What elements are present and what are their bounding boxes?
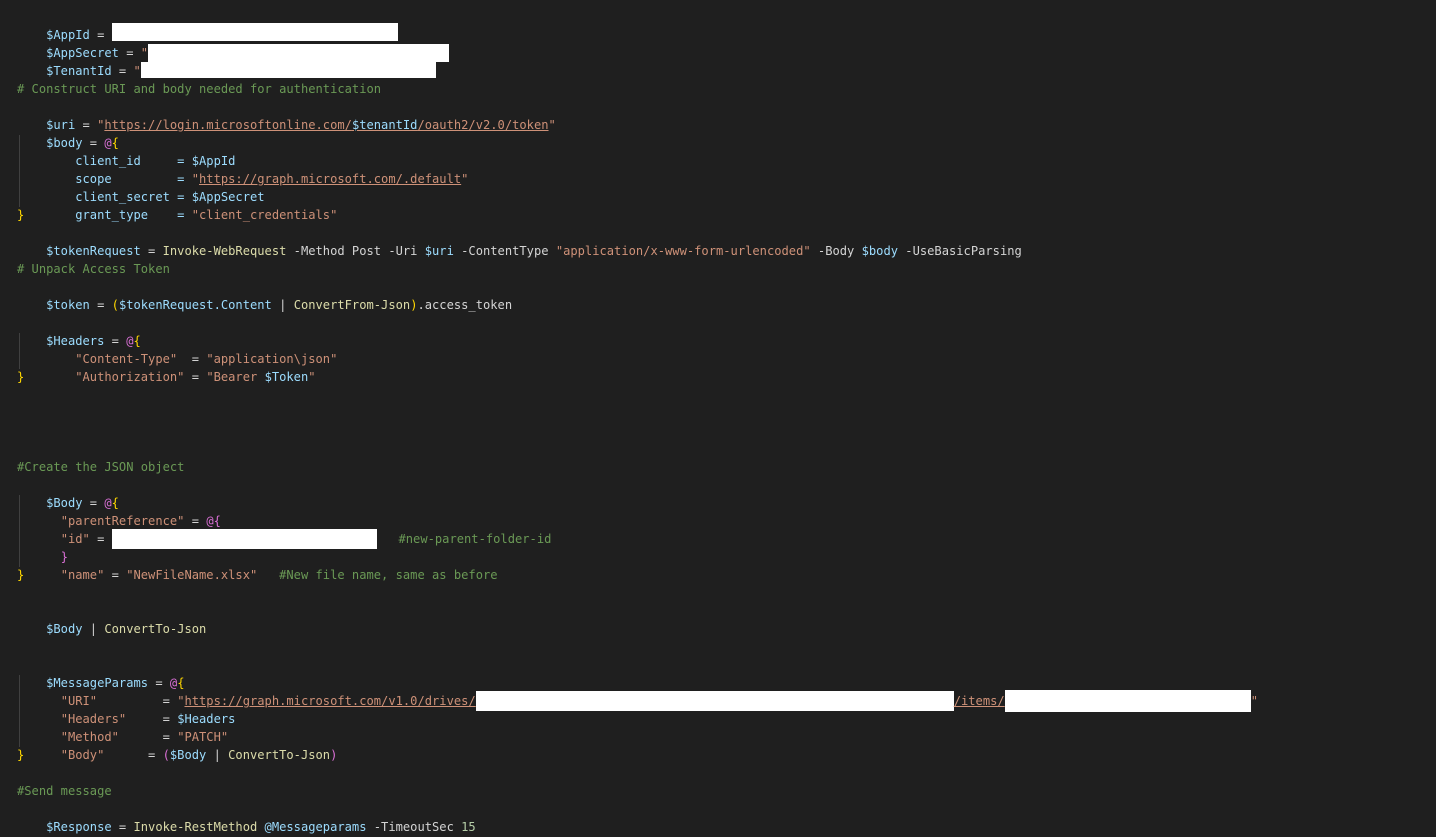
redacted-item-id	[1004, 690, 1251, 712]
code-line: }	[17, 208, 25, 222]
comment-line: # Construct URI and body needed for auth…	[17, 82, 382, 96]
code-line: $TenantId = "	[17, 44, 436, 78]
code-line: }	[17, 568, 25, 582]
code-line: $AppId =	[17, 8, 398, 42]
redacted-folder-id	[111, 529, 377, 549]
code-line: "Body" = ($Body | ConvertTo-Json)	[60, 748, 338, 762]
comment-line: #Create the JSON object	[17, 460, 185, 474]
code-line: "Method" = "PATCH"	[60, 730, 229, 744]
code-line: "id" = #new-parent-folder-id	[17, 512, 551, 549]
code-line: $MessageParams = @{	[46, 676, 185, 690]
code-line: $uri = "https://login.microsoftonline.co…	[46, 118, 556, 132]
code-editor[interactable]: $AppId = $AppSecret = " $TenantId = " # …	[0, 0, 1436, 837]
code-line: client_secret = $AppSecret	[46, 190, 265, 204]
code-line: "Content-Type" = "application\json"	[75, 352, 338, 366]
code-line: "Headers" = $Headers	[60, 712, 236, 726]
code-line: "name" = "NewFileName.xlsx" #New file na…	[60, 568, 498, 582]
comment-line: # Unpack Access Token	[17, 262, 170, 276]
code-line: $Body = @{	[46, 496, 119, 510]
code-line: "URI" = "https://graph.microsoft.com/v1.…	[17, 674, 1258, 712]
code-line: client_id = $AppId	[46, 154, 236, 168]
code-line: $body = @{	[46, 136, 119, 150]
var-tenantid: $TenantId	[46, 64, 112, 78]
code-line: "Authorization" = "Bearer $Token"	[75, 370, 316, 384]
comment-line: #Send message	[17, 784, 112, 798]
code-line: $tokenRequest = Invoke-WebRequest -Metho…	[46, 244, 1022, 258]
redacted-tenantid	[140, 62, 436, 78]
code-line: "parentReference" = @{	[60, 514, 221, 528]
code-line: grant_type = "client_credentials"	[46, 208, 338, 222]
code-line: $token = ($tokenRequest.Content | Conver…	[46, 298, 513, 312]
code-line: $Headers = @{	[46, 334, 141, 348]
code-line: }	[60, 550, 68, 564]
code-line: scope = "https://graph.microsoft.com/.de…	[46, 172, 469, 186]
redacted-drive-id	[475, 691, 954, 711]
code-line: $Body | ConvertTo-Json	[46, 622, 207, 636]
code-line: }	[17, 748, 25, 762]
url-link[interactable]: https://login.microsoftonline.com/	[104, 118, 352, 132]
code-line: $AppSecret = "	[17, 26, 450, 62]
code-line: $Response = Invoke-RestMethod @Messagepa…	[46, 820, 476, 834]
code-line: }	[17, 370, 25, 384]
